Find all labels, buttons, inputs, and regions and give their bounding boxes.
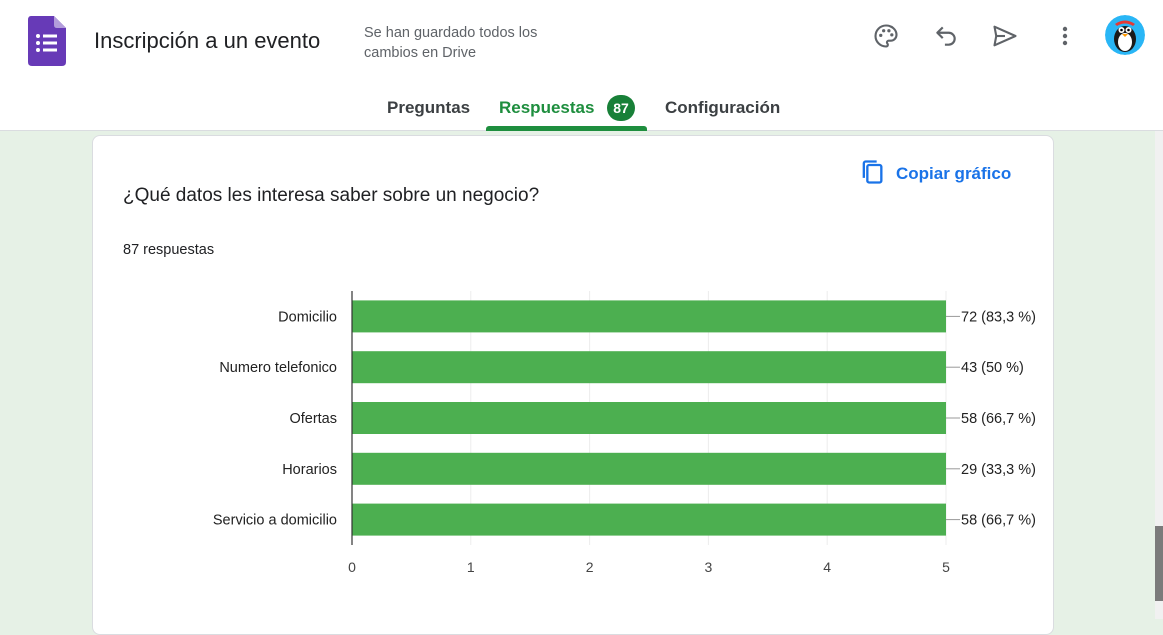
scrollbar-thumb[interactable] [1155, 526, 1163, 601]
bar [352, 452, 946, 485]
x-tick-label: 0 [348, 559, 356, 575]
x-tick-label: 1 [467, 559, 475, 575]
bar [352, 503, 946, 536]
bar [352, 300, 946, 333]
data-label: 43 (50 %) [961, 360, 1024, 376]
data-label: 72 (83,3 %) [961, 309, 1036, 325]
x-tick-label: 3 [705, 559, 713, 575]
category-label: Ofertas [289, 411, 337, 427]
x-tick-label: 4 [823, 559, 831, 575]
bar [352, 351, 946, 384]
category-label: Numero telefonico [219, 360, 337, 376]
category-label: Servicio a domicilio [213, 513, 337, 529]
x-tick-label: 5 [942, 559, 950, 575]
x-tick-label: 2 [586, 559, 594, 575]
bar [352, 402, 946, 434]
category-label: Domicilio [278, 309, 337, 325]
data-label: 58 (66,7 %) [961, 513, 1036, 529]
data-label: 58 (66,7 %) [961, 411, 1036, 427]
bar-chart: 0 1 2 3 4 5 Domicilio 72 (83,3 %) Numero telefon… [213, 291, 1036, 575]
data-label: 29 (33,3 %) [961, 462, 1036, 478]
category-label: Horarios [282, 462, 337, 478]
